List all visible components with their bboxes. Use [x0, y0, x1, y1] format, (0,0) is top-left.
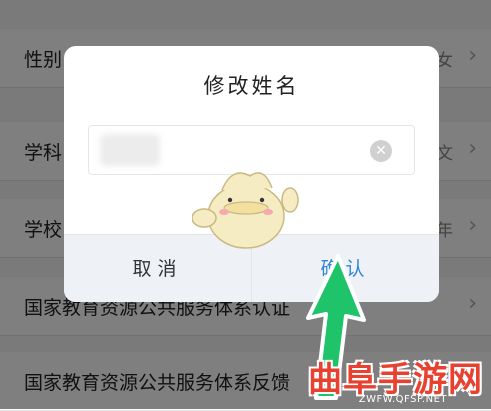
watermark-url: ZWFW.QFSP.NET — [358, 394, 447, 405]
clear-icon[interactable]: ✕ — [370, 140, 392, 162]
blurred-name-text — [100, 134, 160, 166]
dialog-title: 修改姓名 — [203, 74, 300, 98]
mascot-icon — [192, 172, 299, 249]
